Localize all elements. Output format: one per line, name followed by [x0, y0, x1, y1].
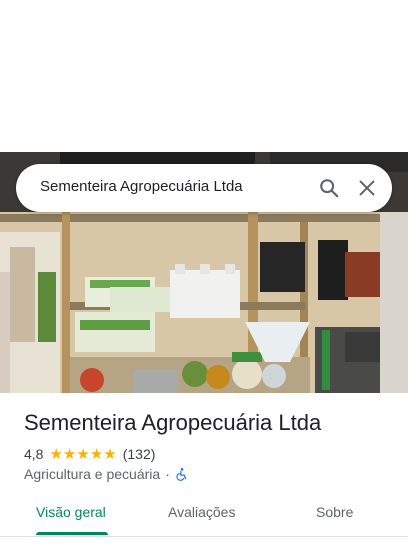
close-icon[interactable]: [356, 177, 378, 199]
star-icon: ★: [49, 445, 63, 463]
place-category: Agricultura e pecuária: [24, 466, 161, 482]
rating-stars: ★ ★ ★ ★ ★: [49, 447, 116, 462]
wheelchair-icon: [175, 467, 189, 481]
rating-row[interactable]: 4,8 ★ ★ ★ ★ ★ (132): [24, 445, 155, 463]
review-count[interactable]: (132): [123, 446, 156, 462]
search-bar[interactable]: Sementeira Agropecuária Ltda: [16, 164, 392, 212]
star-icon: ★: [62, 445, 77, 463]
star-icon: ★: [103, 445, 117, 463]
place-title: Sementeira Agropecuária Ltda: [24, 410, 322, 435]
blank-map-area: [0, 0, 408, 152]
search-input[interactable]: Sementeira Agropecuária Ltda: [40, 178, 243, 195]
separator: ·: [165, 466, 170, 482]
tab-overview[interactable]: Visão geral: [36, 504, 106, 520]
star-icon: ★: [89, 445, 104, 463]
rating-value: 4,8: [24, 446, 44, 462]
star-icon: ★: [76, 445, 90, 463]
search-icon[interactable]: [318, 177, 340, 199]
tab-about[interactable]: Sobre: [316, 504, 353, 520]
place-tabs: Visão geral Avaliações Sobre: [0, 496, 408, 537]
tab-reviews[interactable]: Avaliações: [168, 504, 235, 520]
category-row: Agricultura e pecuária ·: [24, 465, 189, 483]
active-tab-indicator: [36, 532, 108, 535]
